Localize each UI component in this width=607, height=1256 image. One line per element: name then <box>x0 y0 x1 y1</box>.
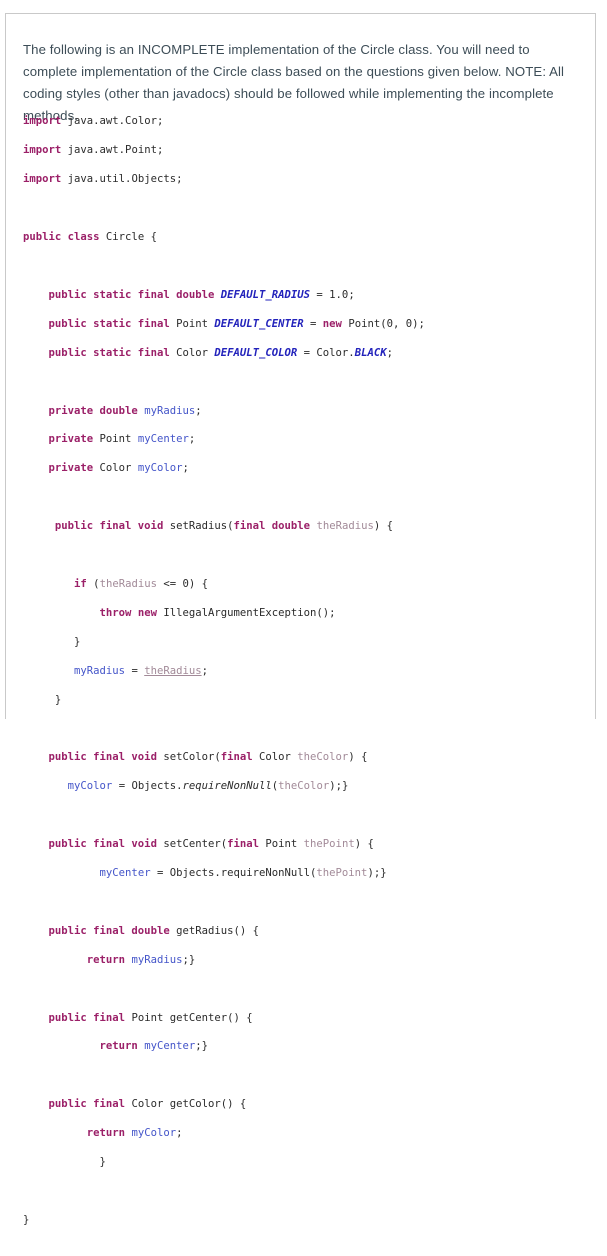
code-line-class-decl: public class Circle { <box>23 231 157 244</box>
code-line-setcolor-body: myColor = Objects.requireNonNull(theColo… <box>67 780 349 793</box>
code-line-import-objects: import java.util.Objects; <box>23 173 183 186</box>
code-line-getcolor-close: } <box>23 1156 106 1169</box>
code-line-setradius-throw: throw new IllegalArgumentException(); <box>99 606 336 619</box>
code-line-field-myradius: private double myRadius; <box>48 404 202 417</box>
java-code-block: import java.awt.Color; import java.awt.P… <box>23 100 583 1256</box>
code-line-getradius-signature: public final double getRadius() { <box>48 924 259 937</box>
code-line-setcolor-signature: public final void setColor(final Color t… <box>48 751 368 764</box>
code-line-setcenter-signature: public final void setCenter(final Point … <box>48 838 374 851</box>
code-line-setradius-assign: myRadius = theRadius; <box>74 664 208 677</box>
code-line-const-radius: public static final double DEFAULT_RADIU… <box>48 288 355 301</box>
code-line-import-color: import java.awt.Color; <box>23 115 164 128</box>
content-card: The following is an INCOMPLETE implement… <box>5 13 596 1226</box>
code-line-setradius-close: } <box>23 693 62 706</box>
code-line-getcenter-signature: public final Point getCenter() { <box>48 1011 253 1024</box>
code-line-getcolor-signature: public final Color getColor() { <box>48 1098 247 1111</box>
code-line-field-mycenter: private Point myCenter; <box>48 433 196 446</box>
code-line-setradius-if-close: } <box>23 635 81 648</box>
code-line-const-color: public static final Color DEFAULT_COLOR … <box>48 346 393 359</box>
code-line-setradius-if: if (theRadius <= 0) { <box>74 577 209 590</box>
code-snippet-page: The following is an INCOMPLETE implement… <box>0 0 607 1226</box>
code-line-setradius-signature: public final void setRadius(final double… <box>54 520 393 533</box>
code-line-setcenter-body: myCenter = Objects.requireNonNull(thePoi… <box>99 867 387 880</box>
code-line-const-center: public static final Point DEFAULT_CENTER… <box>48 317 425 330</box>
code-line-class-close: } <box>23 1213 30 1226</box>
code-line-import-point: import java.awt.Point; <box>23 144 164 157</box>
code-line-getradius-body: return myRadius;} <box>86 953 196 966</box>
code-line-field-mycolor: private Color myColor; <box>48 462 189 475</box>
code-line-getcenter-body: return myCenter;} <box>99 1040 209 1053</box>
code-line-getcolor-body: return myColor; <box>86 1127 183 1140</box>
